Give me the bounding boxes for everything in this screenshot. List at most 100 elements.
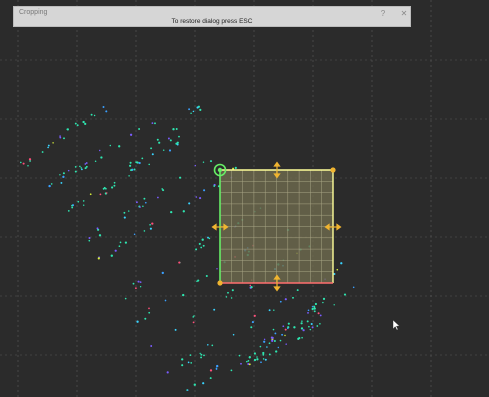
- point: [230, 369, 233, 372]
- dialog-title: Cropping: [19, 9, 48, 16]
- point: [322, 301, 324, 304]
- point: [250, 326, 253, 329]
- point: [123, 211, 126, 214]
- point: [234, 166, 237, 169]
- point: [59, 135, 61, 137]
- point: [203, 354, 205, 357]
- point: [277, 346, 279, 349]
- point: [268, 309, 271, 312]
- point: [271, 339, 274, 342]
- point: [50, 183, 53, 185]
- point: [287, 322, 290, 325]
- point: [143, 197, 146, 200]
- point: [246, 360, 248, 363]
- point: [178, 261, 181, 264]
- point: [300, 327, 304, 330]
- point: [293, 326, 296, 329]
- point: [199, 108, 202, 111]
- point: [298, 337, 301, 340]
- point: [156, 138, 159, 141]
- help-button[interactable]: ?: [376, 8, 390, 20]
- point: [309, 328, 312, 331]
- point: [317, 312, 320, 315]
- point: [352, 286, 355, 289]
- point: [307, 311, 309, 314]
- point: [272, 328, 275, 331]
- point: [259, 345, 262, 348]
- point: [311, 307, 314, 311]
- point: [251, 321, 254, 324]
- point: [313, 310, 316, 313]
- crop-selection-box[interactable]: [211, 161, 342, 292]
- point: [88, 236, 91, 240]
- point: [84, 122, 87, 126]
- point: [181, 358, 184, 361]
- point: [262, 358, 265, 360]
- point: [148, 311, 151, 314]
- point: [98, 149, 101, 152]
- point: [182, 210, 185, 213]
- point: [62, 175, 65, 179]
- point: [77, 200, 80, 203]
- point: [253, 314, 256, 317]
- point: [111, 186, 114, 189]
- point: [279, 339, 282, 342]
- point: [47, 146, 49, 149]
- point: [200, 246, 203, 249]
- point: [149, 227, 152, 230]
- point: [59, 174, 61, 176]
- point: [250, 286, 253, 289]
- point: [170, 210, 173, 214]
- point-cloud-viewport[interactable]: [0, 0, 489, 397]
- point: [139, 286, 142, 288]
- point: [194, 164, 197, 167]
- point: [188, 202, 191, 205]
- point: [231, 289, 234, 292]
- point: [71, 206, 74, 209]
- point: [301, 336, 303, 339]
- point: [263, 338, 266, 341]
- point: [162, 149, 165, 151]
- corner-handle-top-right[interactable]: [330, 167, 336, 173]
- point: [198, 242, 201, 245]
- point: [263, 340, 266, 343]
- point: [161, 271, 164, 275]
- point: [89, 193, 92, 196]
- point: [119, 241, 122, 244]
- point: [98, 234, 102, 237]
- point: [169, 139, 172, 142]
- point: [148, 307, 150, 310]
- point: [178, 135, 180, 138]
- point: [114, 249, 117, 252]
- point: [84, 163, 87, 165]
- point: [202, 161, 205, 163]
- point: [313, 305, 316, 308]
- point: [144, 201, 147, 204]
- point: [82, 120, 85, 124]
- point: [225, 296, 228, 298]
- point: [232, 333, 235, 336]
- point: [74, 170, 77, 173]
- point: [190, 112, 192, 115]
- close-button[interactable]: ✕: [397, 8, 411, 20]
- point: [333, 304, 335, 306]
- point: [157, 196, 159, 199]
- point: [253, 358, 257, 362]
- point: [270, 336, 273, 339]
- point: [124, 297, 127, 300]
- point: [79, 165, 81, 168]
- point: [139, 206, 141, 208]
- point: [67, 169, 70, 172]
- point: [129, 164, 132, 167]
- point: [273, 309, 275, 311]
- point: [268, 342, 271, 345]
- point: [195, 196, 198, 198]
- corner-handle-bottom-left[interactable]: [217, 280, 223, 286]
- point: [253, 352, 256, 355]
- point: [187, 389, 189, 391]
- point: [130, 169, 133, 172]
- point: [28, 158, 32, 161]
- point: [216, 268, 218, 270]
- point: [209, 369, 213, 372]
- point: [179, 176, 182, 179]
